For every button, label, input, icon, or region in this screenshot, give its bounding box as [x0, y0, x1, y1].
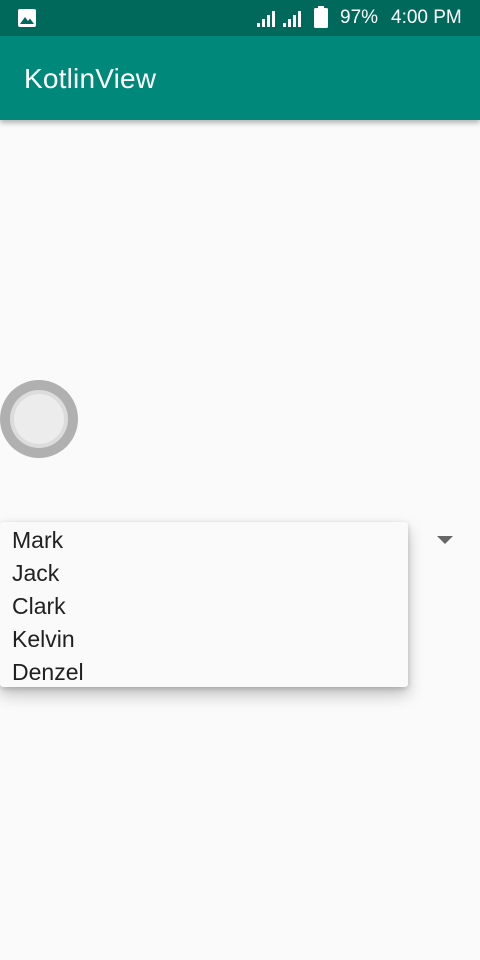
dropdown-option-clark[interactable]: Clark — [12, 592, 66, 620]
dropdown-arrow-icon[interactable] — [437, 536, 453, 544]
spinner-dropdown: Mark Jack Clark Kelvin Denzel — [0, 522, 408, 687]
app-bar: KotlinView — [0, 36, 480, 120]
dropdown-option-denzel[interactable]: Denzel — [12, 658, 84, 686]
signal-strength-icon — [257, 11, 275, 27]
signal-strength-icon — [283, 11, 301, 27]
dropdown-option-mark[interactable]: Mark — [12, 526, 63, 554]
radio-button-ring — [10, 390, 68, 448]
status-bar: 97% 4:00 PM — [0, 0, 480, 36]
clock: 4:00 PM — [391, 7, 462, 28]
battery-percentage: 97% — [340, 7, 379, 28]
dropdown-option-kelvin[interactable]: Kelvin — [12, 625, 75, 653]
radio-button[interactable] — [0, 380, 78, 458]
image-icon — [18, 9, 36, 27]
battery-icon — [314, 6, 328, 28]
app-title: KotlinView — [24, 63, 157, 94]
dropdown-option-jack[interactable]: Jack — [12, 559, 59, 587]
radio-button-center — [14, 394, 64, 444]
